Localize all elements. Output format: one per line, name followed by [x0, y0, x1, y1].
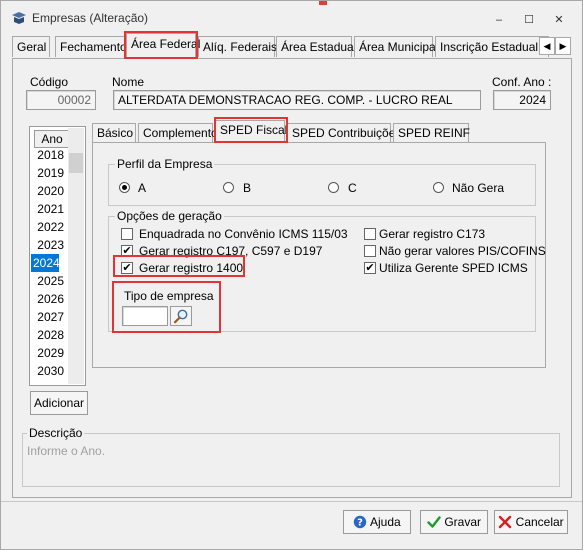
cancelar-label: Cancelar — [515, 515, 564, 529]
year-list-scrollbar[interactable] — [68, 128, 84, 384]
label-c173: Gerar registro C173 — [379, 227, 486, 241]
codigo-field: 00002 — [26, 90, 96, 110]
tabs-scroll-right[interactable]: ▶ — [555, 37, 571, 55]
close-icon[interactable]: ✕ — [552, 14, 566, 26]
tab-fechamento[interactable]: Fechamento — [55, 36, 127, 57]
perfil-label-a: A — [138, 181, 147, 195]
tab-area-municipal[interactable]: Área Municipal — [354, 36, 438, 57]
year-list[interactable]: Ano 2018 2019 2020 2021 2022 2023 2024 2… — [29, 126, 86, 386]
year-row-selected[interactable]: 2024 — [31, 254, 60, 272]
year-row[interactable]: 2023 — [30, 236, 70, 254]
red-marker — [319, 1, 327, 5]
check-registro-1400[interactable]: ✔ — [121, 262, 133, 274]
help-icon: ? — [354, 515, 367, 529]
perfil-radio-b[interactable] — [223, 182, 234, 193]
main-tabs: Geral Fechamento Área Federal Alíq. Fede… — [12, 33, 572, 58]
tipo-empresa-search-button[interactable] — [170, 306, 192, 326]
label-nao-gerar-pis: Não gerar valores PIS/COFINS — [379, 244, 546, 258]
gravar-label: Gravar — [444, 515, 482, 529]
label-registro-1400: Gerar registro 1400 — [139, 261, 244, 275]
nome-field: ALTERDATA DEMONSTRACAO REG. COMP. - LUCR… — [113, 90, 481, 110]
tab-sped-reinf[interactable]: SPED REINF — [393, 123, 470, 143]
gravar-button[interactable]: Gravar — [420, 510, 488, 534]
tab-area-estadual[interactable]: Área Estadual — [276, 36, 356, 57]
year-row[interactable]: 2026 — [30, 290, 70, 308]
descricao-text: Informe o Ano. — [27, 444, 106, 458]
ajuda-label: Ajuda — [369, 515, 401, 529]
label-enquadrada: Enquadrada no Convênio ICMS 115/03 — [139, 227, 348, 241]
tab-geral[interactable]: Geral — [12, 36, 50, 57]
year-row[interactable]: 2021 — [30, 200, 70, 218]
ajuda-button[interactable]: ? Ajuda — [343, 510, 411, 534]
empresas-window: Empresas (Alteração) ‒ ☐ ✕ Geral Fechame… — [0, 0, 583, 550]
check-icon — [427, 516, 441, 528]
window-title: Empresas (Alteração) — [32, 11, 149, 25]
tab-inscricao-estadual[interactable]: Inscrição Estadual S — [435, 36, 549, 57]
tab-complemento[interactable]: Complemento — [138, 123, 218, 143]
footer-separator — [1, 501, 582, 502]
tab-aliq-federais[interactable]: Alíq. Federais — [198, 36, 277, 57]
check-nao-gerar-pis[interactable] — [364, 245, 376, 257]
title-bar: Empresas (Alteração) ‒ ☐ ✕ — [1, 1, 582, 35]
year-row[interactable]: 2022 — [30, 218, 70, 236]
check-c173[interactable] — [364, 228, 376, 240]
year-row[interactable]: 2027 — [30, 308, 70, 326]
year-row[interactable]: 2030 — [30, 362, 70, 380]
opcoes-group: Opções de geração Enquadrada no Convênio… — [108, 209, 546, 332]
nome-label: Nome — [112, 75, 145, 89]
perfil-label-c: C — [348, 181, 357, 195]
tab-area-federal[interactable]: Área Federal — [126, 33, 200, 58]
codigo-label: Código — [30, 75, 69, 89]
check-enquadrada[interactable] — [121, 228, 133, 240]
adicionar-button[interactable]: Adicionar — [30, 391, 88, 415]
sped-fiscal-panel: Perfil da Empresa A B C Não Gera Opções … — [92, 142, 546, 368]
cancelar-button[interactable]: Cancelar — [494, 510, 568, 534]
perfil-radio-nao-gera[interactable] — [433, 182, 444, 193]
conf-ano-label: Conf. Ano : — [492, 75, 552, 89]
year-row[interactable]: 2018 — [30, 146, 70, 164]
magnifier-icon — [173, 309, 188, 324]
perfil-radio-c[interactable] — [328, 182, 339, 193]
descricao-title: Descrição — [27, 426, 85, 440]
year-row[interactable]: 2019 — [30, 164, 70, 182]
perfil-label-nao-gera: Não Gera — [452, 181, 505, 195]
tab-sped-contribuicoes[interactable]: SPED Contribuições — [287, 123, 401, 143]
app-icon — [12, 12, 26, 24]
maximize-icon[interactable]: ☐ — [522, 14, 536, 26]
check-gerente-sped[interactable]: ✔ — [364, 262, 376, 274]
perfil-group: Perfil da Empresa A B C Não Gera — [108, 157, 536, 206]
perfil-radio-a[interactable] — [119, 182, 130, 193]
tab-basico[interactable]: Básico — [92, 123, 136, 143]
tipo-empresa-input[interactable] — [122, 306, 168, 326]
check-c197[interactable]: ✔ — [121, 245, 133, 257]
minimize-icon[interactable]: ‒ — [492, 14, 506, 26]
tab-sped-fiscal[interactable]: SPED Fiscal — [215, 120, 287, 143]
year-row[interactable]: 2028 — [30, 326, 70, 344]
inner-tabs: Básico Complemento SPED Fiscal SPED Cont… — [92, 120, 562, 143]
label-gerente-sped: Utiliza Gerente SPED ICMS — [379, 261, 528, 275]
year-row[interactable]: 2029 — [30, 344, 70, 362]
label-c197: Gerar registro C197, C597 e D197 — [139, 244, 323, 258]
descricao-group: Descrição Informe o Ano. — [22, 426, 560, 487]
tabs-scroll-left[interactable]: ◀ — [539, 37, 555, 55]
opcoes-title: Opções de geração — [115, 209, 224, 223]
cancel-x-icon — [499, 515, 512, 529]
svg-text:?: ? — [357, 518, 363, 529]
scrollbar-thumb[interactable] — [69, 153, 83, 173]
year-row[interactable]: 2025 — [30, 272, 70, 290]
perfil-label-b: B — [243, 181, 252, 195]
perfil-title: Perfil da Empresa — [115, 157, 215, 171]
year-row[interactable]: 2020 — [30, 182, 70, 200]
tipo-empresa-label: Tipo de empresa — [124, 289, 214, 303]
conf-ano-field[interactable]: 2024 — [493, 90, 551, 110]
